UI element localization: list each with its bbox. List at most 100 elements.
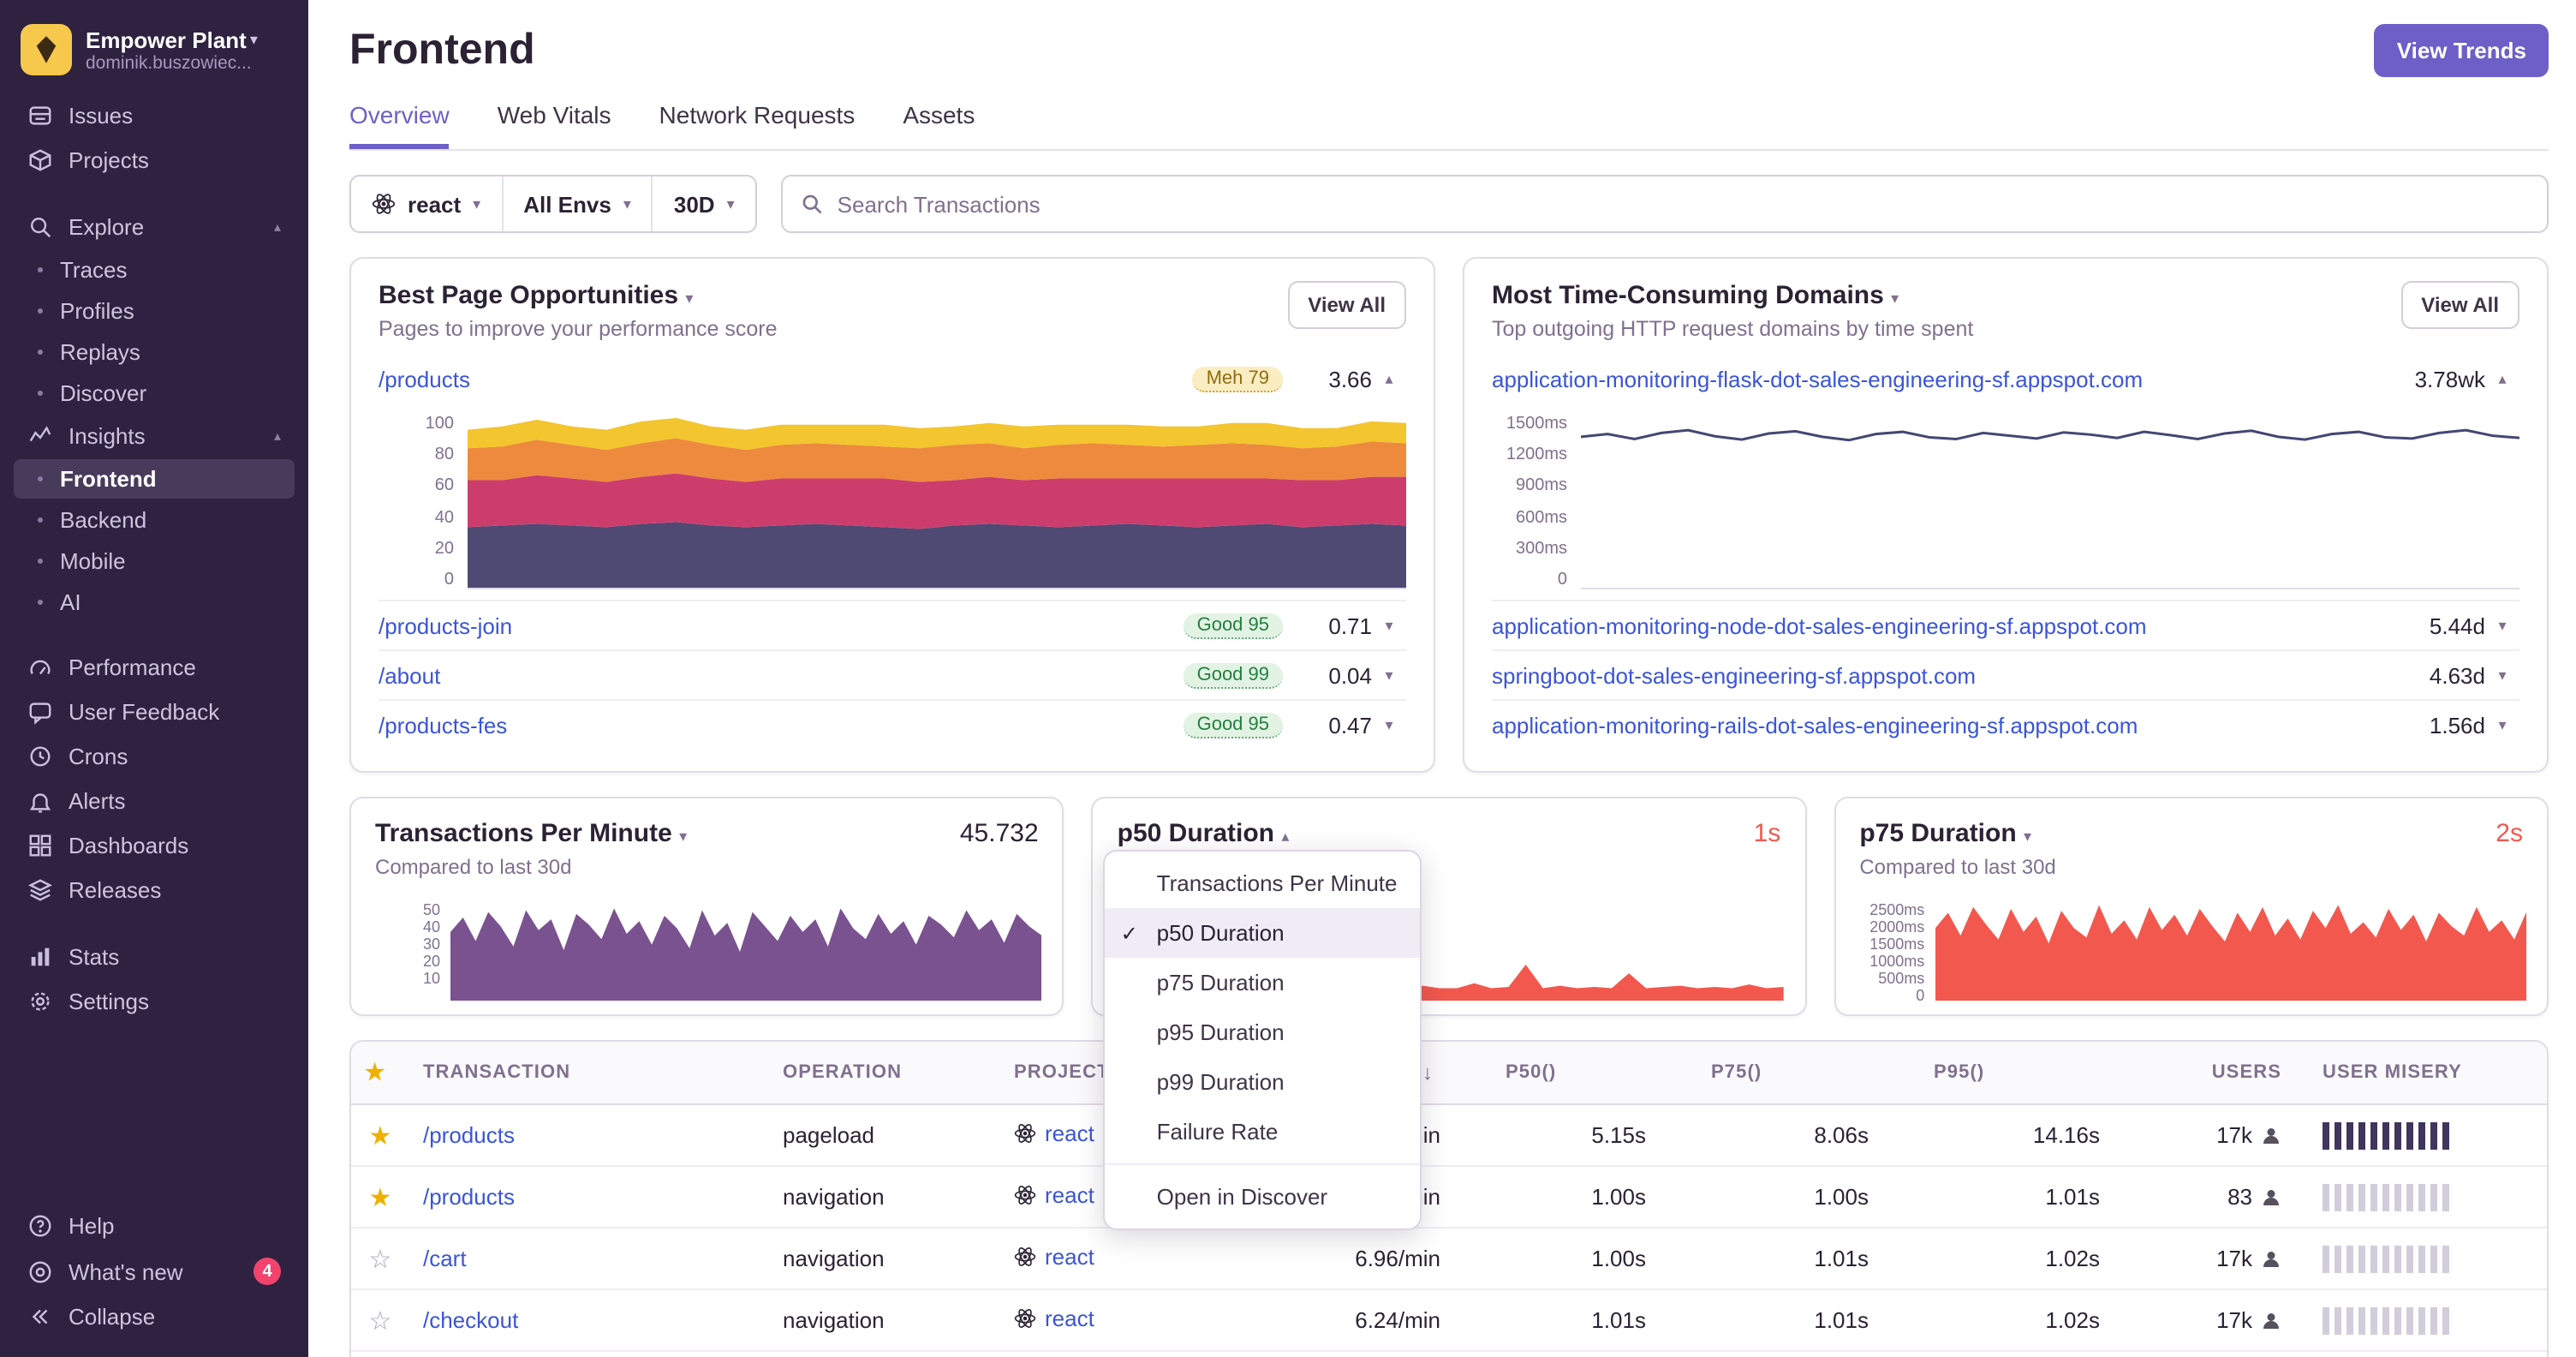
sidebar-item-discover[interactable]: Discover — [14, 374, 295, 413]
score-badge[interactable]: Good 99 — [1183, 662, 1283, 688]
page-link[interactable]: /products-fes — [379, 712, 507, 738]
sidebar-item-projects[interactable]: Projects — [14, 139, 295, 182]
best-page-row[interactable]: /products-fes Good 95 0.47 ▾ — [379, 699, 1406, 749]
domain-link[interactable]: application-monitoring-node-dot-sales-en… — [1492, 613, 2147, 638]
score-badge[interactable]: Good 95 — [1183, 712, 1283, 738]
best-page-row[interactable]: /products Meh 79 3.66 ▴ — [379, 355, 1406, 404]
domains-view-all-button[interactable]: View All — [2400, 281, 2519, 329]
best-pages-title-selector[interactable]: Best Page Opportunities ▾ — [379, 281, 778, 310]
chevron-down-icon[interactable]: ▾ — [2485, 715, 2519, 734]
transaction-link[interactable]: /cart — [423, 1246, 467, 1271]
menu-item-p95[interactable]: p95 Duration — [1106, 1007, 1421, 1057]
sidebar-item-replays[interactable]: Replays — [14, 332, 295, 372]
transaction-search[interactable] — [780, 175, 2549, 233]
view-trends-button[interactable]: View Trends — [2374, 24, 2549, 77]
transaction-link[interactable]: /checkout — [423, 1307, 518, 1333]
sidebar-item-whats-new[interactable]: What's new 4 — [14, 1249, 295, 1294]
menu-item-failure-rate[interactable]: Failure Rate — [1106, 1107, 1421, 1157]
domain-link[interactable]: springboot-dot-sales-engineering-sf.apps… — [1492, 662, 1976, 688]
sidebar-item-insights[interactable]: Insights ▴ — [14, 415, 295, 457]
sidebar-item-alerts[interactable]: Alerts — [14, 780, 295, 822]
best-pages-view-all-button[interactable]: View All — [1287, 281, 1406, 329]
col-users[interactable]: USERS — [2107, 1042, 2295, 1105]
project-link[interactable]: react — [1045, 1182, 1094, 1208]
score-badge[interactable]: Good 95 — [1183, 613, 1283, 638]
tpm-value: 45.732 — [959, 819, 1039, 848]
tpm-metric-selector[interactable]: Transactions Per Minute ▾ — [375, 819, 687, 848]
menu-item-p75[interactable]: p75 Duration — [1106, 958, 1421, 1007]
domain-link[interactable]: application-monitoring-flask-dot-sales-e… — [1492, 367, 2143, 392]
transaction-link[interactable]: /products — [423, 1122, 515, 1148]
sidebar-item-stats[interactable]: Stats — [14, 936, 295, 978]
chevron-down-icon[interactable]: ▾ — [2485, 666, 2519, 684]
date-range-selector[interactable]: 30D ▾ — [651, 176, 755, 231]
sidebar-item-issues[interactable]: Issues — [14, 94, 295, 137]
domain-row[interactable]: application-monitoring-flask-dot-sales-e… — [1492, 355, 2519, 404]
chevron-down-icon[interactable]: ▾ — [1372, 616, 1406, 635]
tab-web-vitals[interactable]: Web Vitals — [498, 101, 611, 149]
org-switcher[interactable]: Empower Plant ▾ dominik.buszowiec... — [0, 14, 308, 93]
domain-row[interactable]: application-monitoring-node-dot-sales-en… — [1492, 600, 2519, 649]
sidebar-item-ai[interactable]: AI — [14, 583, 295, 622]
sidebar-item-performance[interactable]: Performance — [14, 646, 295, 689]
chevron-down-icon: ▾ — [249, 30, 258, 47]
project-link[interactable]: react — [1045, 1306, 1094, 1331]
domains-title-selector[interactable]: Most Time-Consuming Domains ▾ — [1492, 281, 1973, 310]
tab-assets[interactable]: Assets — [903, 101, 975, 149]
p75-metric-selector[interactable]: p75 Duration ▾ — [1859, 819, 2031, 848]
domain-row[interactable]: application-monitoring-rails-dot-sales-e… — [1492, 699, 2519, 749]
col-p75[interactable]: P75() — [1653, 1042, 1875, 1105]
sidebar-item-user-feedback[interactable]: User Feedback — [14, 690, 295, 733]
domain-link[interactable]: application-monitoring-rails-dot-sales-e… — [1492, 712, 2138, 738]
metric-dropdown-menu: Transactions Per Minute ✓ p50 Duration p7… — [1103, 850, 1422, 1230]
sidebar-item-help[interactable]: Help — [14, 1205, 295, 1247]
col-user-misery[interactable]: USER MISERY — [2295, 1042, 2547, 1105]
chevron-down-icon[interactable]: ▾ — [1372, 666, 1406, 684]
sidebar-item-settings[interactable]: Settings — [14, 980, 295, 1023]
col-operation[interactable]: OPERATION — [769, 1042, 1000, 1105]
sidebar-item-crons[interactable]: Crons — [14, 735, 295, 778]
sidebar-item-releases[interactable]: Releases — [14, 869, 295, 912]
best-page-row[interactable]: /about Good 99 0.04 ▾ — [379, 649, 1406, 699]
sidebar-item-explore[interactable]: Explore ▴ — [14, 206, 295, 248]
page-link[interactable]: /about — [379, 662, 440, 688]
search-input[interactable] — [837, 191, 2530, 217]
chevron-down-icon[interactable]: ▾ — [1372, 715, 1406, 734]
col-transaction[interactable]: TRANSACTION — [409, 1042, 769, 1105]
menu-item-p99[interactable]: p99 Duration — [1106, 1057, 1421, 1107]
chevron-down-icon[interactable]: ▾ — [2485, 616, 2519, 635]
sidebar-item-frontend[interactable]: Frontend — [14, 459, 295, 499]
page-link[interactable]: /products-join — [379, 613, 512, 638]
chevron-up-icon[interactable]: ▴ — [1372, 370, 1406, 389]
menu-item-p50[interactable]: ✓ p50 Duration — [1105, 908, 1421, 958]
tab-network-requests[interactable]: Network Requests — [659, 101, 856, 149]
star-icon[interactable]: ★ — [365, 1059, 385, 1085]
sidebar-item-dashboards[interactable]: Dashboards — [14, 824, 295, 867]
transaction-link[interactable]: /products — [423, 1184, 515, 1210]
star-filled-icon[interactable]: ★ — [369, 1121, 392, 1151]
best-page-row[interactable]: /products-join Good 95 0.71 ▾ — [379, 600, 1406, 649]
project-link[interactable]: react — [1045, 1121, 1094, 1146]
page-link[interactable]: /products — [379, 367, 470, 392]
menu-item-open-in-discover[interactable]: Open in Discover — [1106, 1172, 1421, 1222]
project-link[interactable]: react — [1045, 1244, 1094, 1270]
environment-selector[interactable]: All Envs ▾ — [501, 176, 652, 231]
col-p50[interactable]: P50() — [1447, 1042, 1653, 1105]
domain-row[interactable]: springboot-dot-sales-engineering-sf.apps… — [1492, 649, 2519, 699]
sidebar-item-backend[interactable]: Backend — [14, 500, 295, 540]
star-filled-icon[interactable]: ★ — [369, 1183, 392, 1212]
sidebar-item-profiles[interactable]: Profiles — [14, 291, 295, 331]
project-selector[interactable]: react ▾ — [351, 176, 501, 231]
score-badge[interactable]: Meh 79 — [1192, 367, 1283, 392]
tab-overview[interactable]: Overview — [349, 101, 450, 149]
star-outline-icon[interactable]: ☆ — [369, 1245, 392, 1274]
p50-metric-selector[interactable]: p50 Duration ▴ — [1118, 819, 1290, 848]
sidebar-item-mobile[interactable]: Mobile — [14, 541, 295, 581]
col-p95[interactable]: P95() — [1875, 1042, 2107, 1105]
sidebar-item-traces[interactable]: Traces — [14, 250, 295, 290]
chevron-up-icon[interactable]: ▴ — [2485, 370, 2519, 389]
star-outline-icon[interactable]: ☆ — [369, 1306, 392, 1336]
sidebar-collapse-button[interactable]: Collapse — [14, 1295, 295, 1338]
menu-item-tpm[interactable]: Transactions Per Minute — [1106, 858, 1421, 908]
p75-cell: 1.01s — [1653, 1228, 1875, 1290]
